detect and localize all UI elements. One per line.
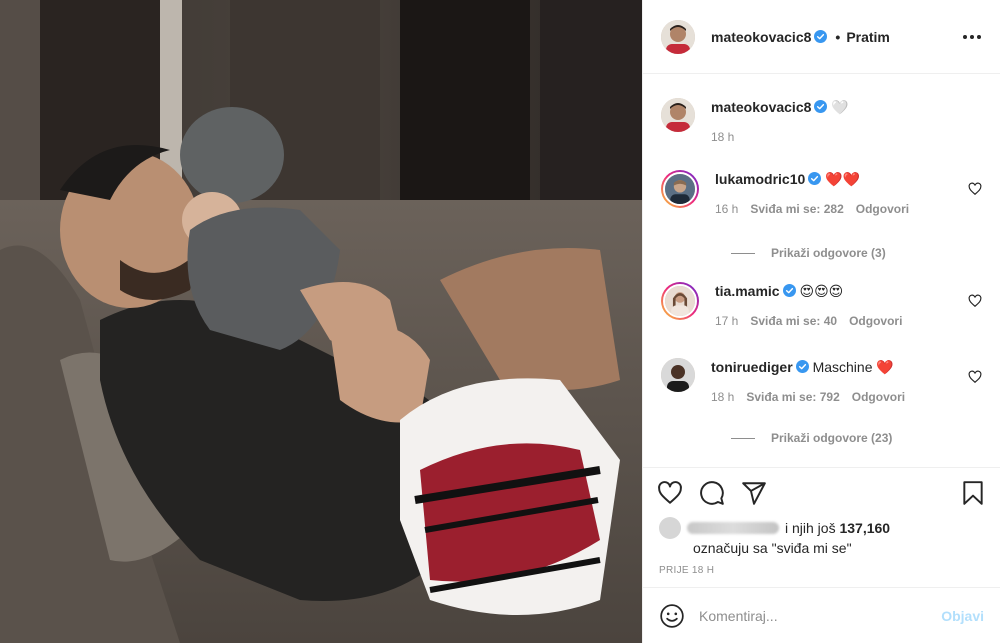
caption: mateokovacic8 🤍 18 h (661, 98, 982, 144)
caption-username[interactable]: mateokovacic8 (711, 99, 811, 115)
view-replies-label: Prikaži odgovore (3) (771, 246, 886, 260)
comment-text: ❤️❤️ (825, 171, 861, 187)
verified-badge-icon (814, 100, 828, 113)
comment-like-count[interactable]: Sviđa mi se: 792 (746, 390, 839, 404)
likes-suffix: označuju sa "sviđa mi se" (693, 540, 852, 556)
commenter-avatar (663, 284, 697, 318)
blurred-liker-name[interactable] (687, 522, 779, 534)
comments-list[interactable]: mateokovacic8 🤍 18 h lukamodric10 ❤️❤️ 1… (643, 74, 1000, 467)
author-username[interactable]: mateokovacic8 (711, 29, 811, 45)
post-header: mateokovacic8 • Pratim (643, 0, 1000, 74)
likes-count[interactable]: 137,160 (839, 520, 890, 536)
comment-text: Maschine ❤️ (812, 359, 894, 375)
comment-item: toniruediger Maschine ❤️ 18 h Sviđa mi s… (661, 358, 982, 404)
comment-item: lukamodric10 ❤️❤️ 16 h Sviđa mi se: 282 … (661, 170, 982, 216)
author-avatar[interactable] (661, 19, 695, 54)
commenter-username[interactable]: lukamodric10 (715, 171, 805, 187)
likes-summary: i njih još 137,160 označuju sa "sviđa mi… (643, 517, 1000, 561)
story-ring[interactable] (661, 170, 699, 208)
view-replies-button[interactable]: Prikaži odgovore (3) (731, 246, 886, 260)
comment-composer: Objavi (643, 587, 1000, 643)
separator-dot: • (835, 28, 841, 45)
reply-button[interactable]: Odgovori (852, 390, 905, 404)
following-button[interactable]: Pratim (846, 29, 890, 45)
share-paper-plane-icon[interactable] (741, 480, 767, 506)
comment-bubble-icon[interactable] (699, 480, 725, 506)
comment-like-heart-icon[interactable] (968, 370, 982, 384)
author-avatar[interactable] (661, 98, 695, 132)
commenter-avatar (663, 172, 697, 206)
caption-time[interactable]: 18 h (711, 130, 734, 144)
post-photo[interactable] (0, 0, 642, 643)
instagram-post-modal: mateokovacic8 • Pratim mateokovacic8 🤍 1… (0, 0, 1000, 643)
verified-badge-icon (808, 172, 822, 185)
commenter-avatar[interactable] (661, 358, 695, 392)
comment-input[interactable] (699, 607, 942, 624)
comment-item: tia.mamic 😍😍😍 17 h Sviđa mi se: 40 Odgov… (661, 282, 982, 328)
comment-time[interactable]: 17 h (715, 314, 738, 328)
verified-badge-icon (814, 30, 828, 43)
story-ring[interactable] (661, 282, 699, 320)
comment-like-count[interactable]: Sviđa mi se: 282 (750, 202, 843, 216)
post-action-bar (643, 467, 1000, 517)
emoji-picker-icon[interactable] (659, 603, 685, 629)
view-replies-button[interactable]: Prikaži odgovore (23) (731, 431, 892, 445)
reply-button[interactable]: Odgovori (856, 202, 909, 216)
liker-avatar[interactable] (659, 517, 681, 539)
commenter-username[interactable]: tia.mamic (715, 283, 780, 299)
post-comment-button[interactable]: Objavi (941, 608, 984, 624)
verified-badge-icon (782, 284, 796, 297)
comment-time[interactable]: 18 h (711, 390, 734, 404)
comment-text: 😍😍😍 (799, 283, 844, 299)
verified-badge-icon (795, 360, 809, 373)
post-timestamp[interactable]: PRIJE 18 H (643, 561, 1000, 587)
comment-time[interactable]: 16 h (715, 202, 738, 216)
caption-text: 🤍 (831, 99, 849, 115)
view-replies-label: Prikaži odgovore (23) (771, 431, 893, 445)
comment-like-count[interactable]: Sviđa mi se: 40 (750, 314, 837, 328)
save-bookmark-icon[interactable] (960, 480, 986, 506)
like-heart-icon[interactable] (657, 480, 683, 506)
post-side-panel: mateokovacic8 • Pratim mateokovacic8 🤍 1… (642, 0, 1000, 643)
comment-like-heart-icon[interactable] (968, 182, 982, 196)
commenter-username[interactable]: toniruediger (711, 359, 793, 375)
likes-prefix: i njih još (785, 520, 836, 536)
comment-like-heart-icon[interactable] (968, 294, 982, 308)
reply-button[interactable]: Odgovori (849, 314, 902, 328)
more-options-icon[interactable] (960, 25, 984, 49)
